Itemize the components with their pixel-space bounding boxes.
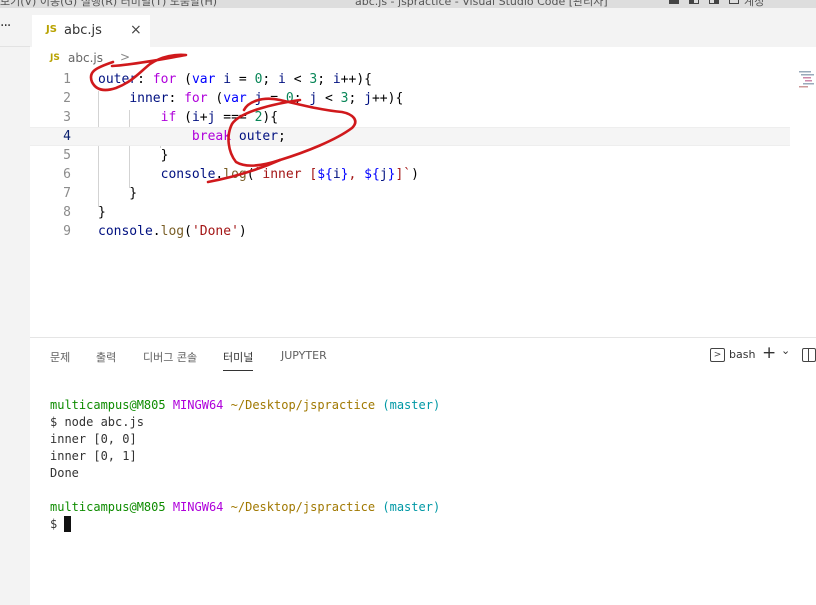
code-text: console.log(`inner [${i}, ${j}]`) [160, 167, 419, 182]
terminal-cursor [64, 516, 71, 532]
prompt-path: ~/Desktop/jspractice [230, 500, 376, 514]
code-text: } [98, 186, 138, 201]
layout-toggle-icon[interactable] [669, 0, 679, 4]
menu-bar[interactable]: 보기(V) 이동(G) 실행(R) 터미널(T) 도움말(H) [0, 0, 217, 8]
code-text: } [98, 205, 106, 220]
prompt-system: MINGW64 [172, 398, 224, 412]
code-line-5[interactable]: 5 } [30, 147, 790, 166]
terminal-prompt-line: multicampus@M805 MINGW64 ~/Desktop/jspra… [50, 398, 440, 412]
side-divider [0, 46, 30, 47]
vscode-window: 보기(V) 이동(G) 실행(R) 터미널(T) 도움말(H) abc.js -… [0, 0, 816, 605]
tab-terminal[interactable]: 터미널 [223, 349, 254, 371]
code-line-2[interactable]: 2 inner: for (var j = 0; j < 3; j++){ [30, 90, 790, 109]
javascript-file-icon: JS [46, 24, 57, 35]
code-line-6[interactable]: 6 console.log(`inner [${i}, ${j}]`) [30, 166, 790, 185]
chevron-right-icon[interactable]: > [120, 50, 130, 64]
code-text: inner: for (var j = 0; j < 3; j++){ [129, 91, 404, 106]
code-text: break outer; [191, 129, 286, 144]
editor-tab-bar: JS abc.js × [30, 8, 816, 47]
breadcrumb-file[interactable]: abc.js [68, 51, 103, 65]
sidebar-toggle-icon[interactable] [689, 0, 699, 4]
tab-label: abc.js [64, 23, 102, 38]
prompt-user: multicampus@M805 [50, 398, 166, 412]
close-icon[interactable]: × [130, 22, 142, 38]
tab-output[interactable]: 출력 [96, 349, 116, 365]
code-line-4[interactable]: 4 break outer; [30, 127, 790, 146]
code-text: } [98, 148, 169, 163]
line-number: 2 [63, 91, 71, 106]
prompt-branch: (master) [382, 398, 441, 412]
title-bar: 보기(V) 이동(G) 실행(R) 터미널(T) 도움말(H) abc.js -… [0, 0, 816, 8]
tab-jupyter[interactable]: JUPYTER [281, 349, 327, 362]
terminal-input-prompt[interactable]: $ [50, 517, 57, 531]
terminal-prompt-line: multicampus@M805 MINGW64 ~/Desktop/jspra… [50, 500, 440, 514]
panel-toggle-icon[interactable] [709, 0, 719, 4]
window-title: abc.js - jspractice - Visual Studio Code… [355, 0, 608, 8]
code-line-9[interactable]: 9 console.log('Done') [30, 223, 790, 242]
terminal-output-line: inner [0, 1] [50, 449, 137, 463]
code-line-3[interactable]: 3 if (i+j === 2){ [30, 109, 790, 128]
code-line-7[interactable]: 7 } [30, 185, 790, 204]
breadcrumb: JS abc.js > [30, 47, 816, 69]
line-number: 5 [63, 148, 71, 163]
line-number: 4 [63, 129, 71, 144]
terminal-output-line: inner [0, 0] [50, 432, 137, 446]
account-menu[interactable]: 계정 [744, 0, 764, 8]
code-line-1[interactable]: 1 outer: for (var i = 0; i < 3; i++){ [30, 71, 790, 90]
prompt-user: multicampus@M805 [50, 500, 166, 514]
side-panel-strip: ··· [0, 8, 30, 605]
prompt-system: MINGW64 [172, 500, 224, 514]
chevron-down-icon[interactable]: ⌄ [781, 344, 790, 357]
code-text: if (i+j === 2){ [160, 110, 279, 125]
terminal-shell-label[interactable]: bash [729, 348, 755, 361]
prompt-branch: (master) [382, 500, 441, 514]
secondary-sidebar-toggle-icon[interactable] [729, 0, 739, 4]
tab-abc-js[interactable]: JS abc.js × [32, 15, 150, 47]
line-number: 8 [63, 205, 71, 220]
javascript-file-icon: JS [50, 53, 60, 63]
terminal-command: $ node abc.js [50, 415, 144, 429]
tab-debug-console[interactable]: 디버그 콘솔 [143, 349, 197, 365]
terminal-shell-icon: > [710, 348, 725, 362]
code-text: outer: for (var i = 0; i < 3; i++){ [98, 72, 372, 87]
line-number: 6 [63, 167, 71, 182]
code-text: console.log('Done') [98, 224, 247, 239]
code-editor[interactable]: 1 outer: for (var i = 0; i < 3; i++){ 2 … [30, 69, 816, 337]
split-terminal-icon[interactable] [802, 348, 816, 362]
new-terminal-plus-icon[interactable]: + [762, 343, 776, 363]
line-number: 3 [63, 110, 71, 125]
bottom-panel: 문제 출력 디버그 콘솔 터미널 JUPYTER > bash + ⌄ mult… [30, 337, 816, 605]
tab-problems[interactable]: 문제 [50, 349, 70, 365]
prompt-path: ~/Desktop/jspractice [230, 398, 376, 412]
more-actions-icon[interactable]: ··· [0, 18, 11, 34]
terminal-output-line: Done [50, 466, 79, 480]
code-line-8[interactable]: 8 } [30, 204, 790, 223]
line-number: 9 [63, 224, 71, 239]
line-number: 1 [63, 72, 71, 87]
minimap[interactable] [798, 69, 816, 91]
line-number: 7 [63, 186, 71, 201]
